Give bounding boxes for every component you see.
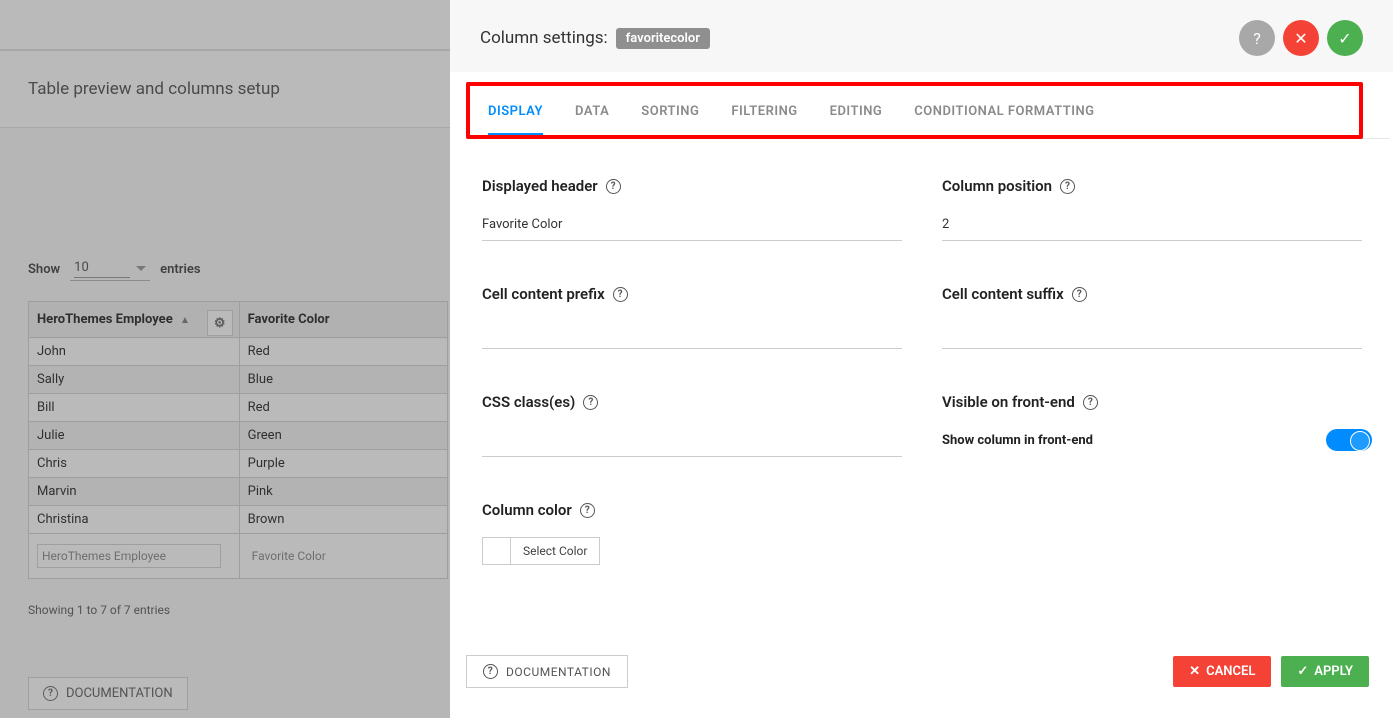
page-size-select[interactable]: 10 [74,258,130,278]
visible-frontend-label: Visible on front-end [942,393,1075,411]
table-row: SallyBlue [29,366,448,394]
apply-label: APPLY [1314,664,1353,679]
cell-suffix-label: Cell content suffix [942,285,1064,303]
column-tag: favoritecolor [616,28,710,49]
tabs-highlight-box: DISPLAY DATA SORTING FILTERING EDITING C… [466,82,1363,139]
entries-selector: Show 10 entries [28,258,422,281]
column-color-label: Column color [482,501,572,519]
documentation-button[interactable]: ? DOCUMENTATION [466,655,628,688]
select-color-label: Select Color [511,544,599,558]
column-position-label: Column position [942,177,1052,195]
displayed-header-label: Displayed header [482,177,598,195]
help-icon: ? [1253,29,1261,48]
table-row: MarvinPink [29,478,448,506]
tab-sorting[interactable]: SORTING [641,104,699,135]
field-visible-frontend: Visible on front-end? Show column in fro… [942,393,1372,457]
preview-table: HeroThemes Employee ▲ ⚙ Favorite Color J… [28,301,448,579]
cell-suffix-input[interactable] [942,321,1362,349]
field-cell-prefix: Cell content prefix? [482,285,902,349]
col-header-employee[interactable]: HeroThemes Employee ▲ ⚙ [29,302,240,338]
documentation-label: DOCUMENTATION [66,686,173,701]
help-icon: ? [43,686,58,701]
help-icon[interactable]: ? [613,287,628,302]
cancel-label: CANCEL [1206,664,1255,679]
tab-data[interactable]: DATA [575,104,609,135]
table-row: JohnRed [29,338,448,366]
column-settings-button[interactable]: ⚙ [207,310,233,336]
col-header-color-label: Favorite Color [248,312,330,327]
field-column-position: Column position? [942,177,1372,241]
footer-filter-color[interactable] [248,545,430,567]
tab-editing[interactable]: EDITING [830,104,883,135]
help-button[interactable]: ? [1239,20,1275,56]
confirm-button[interactable]: ✓ [1327,20,1363,56]
field-css-classes: CSS class(es)? [482,393,902,457]
entries-info: Showing 1 to 7 of 7 entries [28,603,422,617]
help-icon[interactable]: ? [1083,395,1098,410]
column-settings-panel: Column settings: favoritecolor ? ✕ ✓ DIS… [450,0,1393,718]
tab-conditional-formatting[interactable]: CONDITIONAL FORMATTING [914,104,1094,135]
column-position-input[interactable] [942,213,1362,241]
cell-prefix-label: Cell content prefix [482,285,605,303]
help-icon[interactable]: ? [580,503,595,518]
cancel-button[interactable]: ✕ CANCEL [1173,656,1271,687]
show-column-toggle[interactable] [1326,429,1372,451]
panel-header: Column settings: favoritecolor ? ✕ ✓ [450,0,1393,72]
help-icon[interactable]: ? [1060,179,1075,194]
col-header-employee-label: HeroThemes Employee [37,312,173,327]
color-swatch-icon [483,538,511,564]
col-header-color[interactable]: Favorite Color [239,302,447,338]
close-icon: ✕ [1294,29,1307,48]
show-label: Show [28,262,60,277]
close-button[interactable]: ✕ [1283,20,1319,56]
gear-icon: ⚙ [214,316,226,331]
select-color-button[interactable]: Select Color [482,537,600,565]
close-icon: ✕ [1189,664,1200,679]
help-icon[interactable]: ? [606,179,621,194]
help-icon[interactable]: ? [583,395,598,410]
field-displayed-header: Displayed header? [482,177,902,241]
displayed-header-input[interactable] [482,213,902,241]
css-classes-label: CSS class(es) [482,393,575,411]
panel-title: Column settings: [480,28,608,48]
check-icon: ✓ [1338,29,1351,48]
table-row: JulieGreen [29,422,448,450]
tab-display[interactable]: DISPLAY [488,104,543,135]
apply-button[interactable]: ✓ APPLY [1281,656,1369,687]
footer-filter-employee[interactable] [37,544,221,568]
background-page: Table preview and columns setup Show 10 … [0,0,450,718]
help-icon: ? [483,664,498,679]
tab-filtering[interactable]: FILTERING [731,104,797,135]
cell-prefix-input[interactable] [482,321,902,349]
help-icon[interactable]: ? [1072,287,1087,302]
table-row: ChrisPurple [29,450,448,478]
check-icon: ✓ [1297,664,1308,679]
show-column-toggle-label: Show column in front-end [942,433,1093,448]
table-row: ChristinaBrown [29,506,448,534]
field-cell-suffix: Cell content suffix? [942,285,1372,349]
documentation-label: DOCUMENTATION [506,665,611,679]
sort-asc-icon: ▲ [180,315,190,326]
documentation-button-bg[interactable]: ? DOCUMENTATION [28,677,188,710]
css-classes-input[interactable] [482,429,902,457]
page-title: Table preview and columns setup [0,50,450,128]
chevron-down-icon [136,266,146,271]
entries-label: entries [160,262,200,277]
table-row: BillRed [29,394,448,422]
panel-footer: ? DOCUMENTATION ✕ CANCEL ✓ APPLY [450,637,1393,718]
field-column-color: Column color? Select Color [482,501,902,568]
